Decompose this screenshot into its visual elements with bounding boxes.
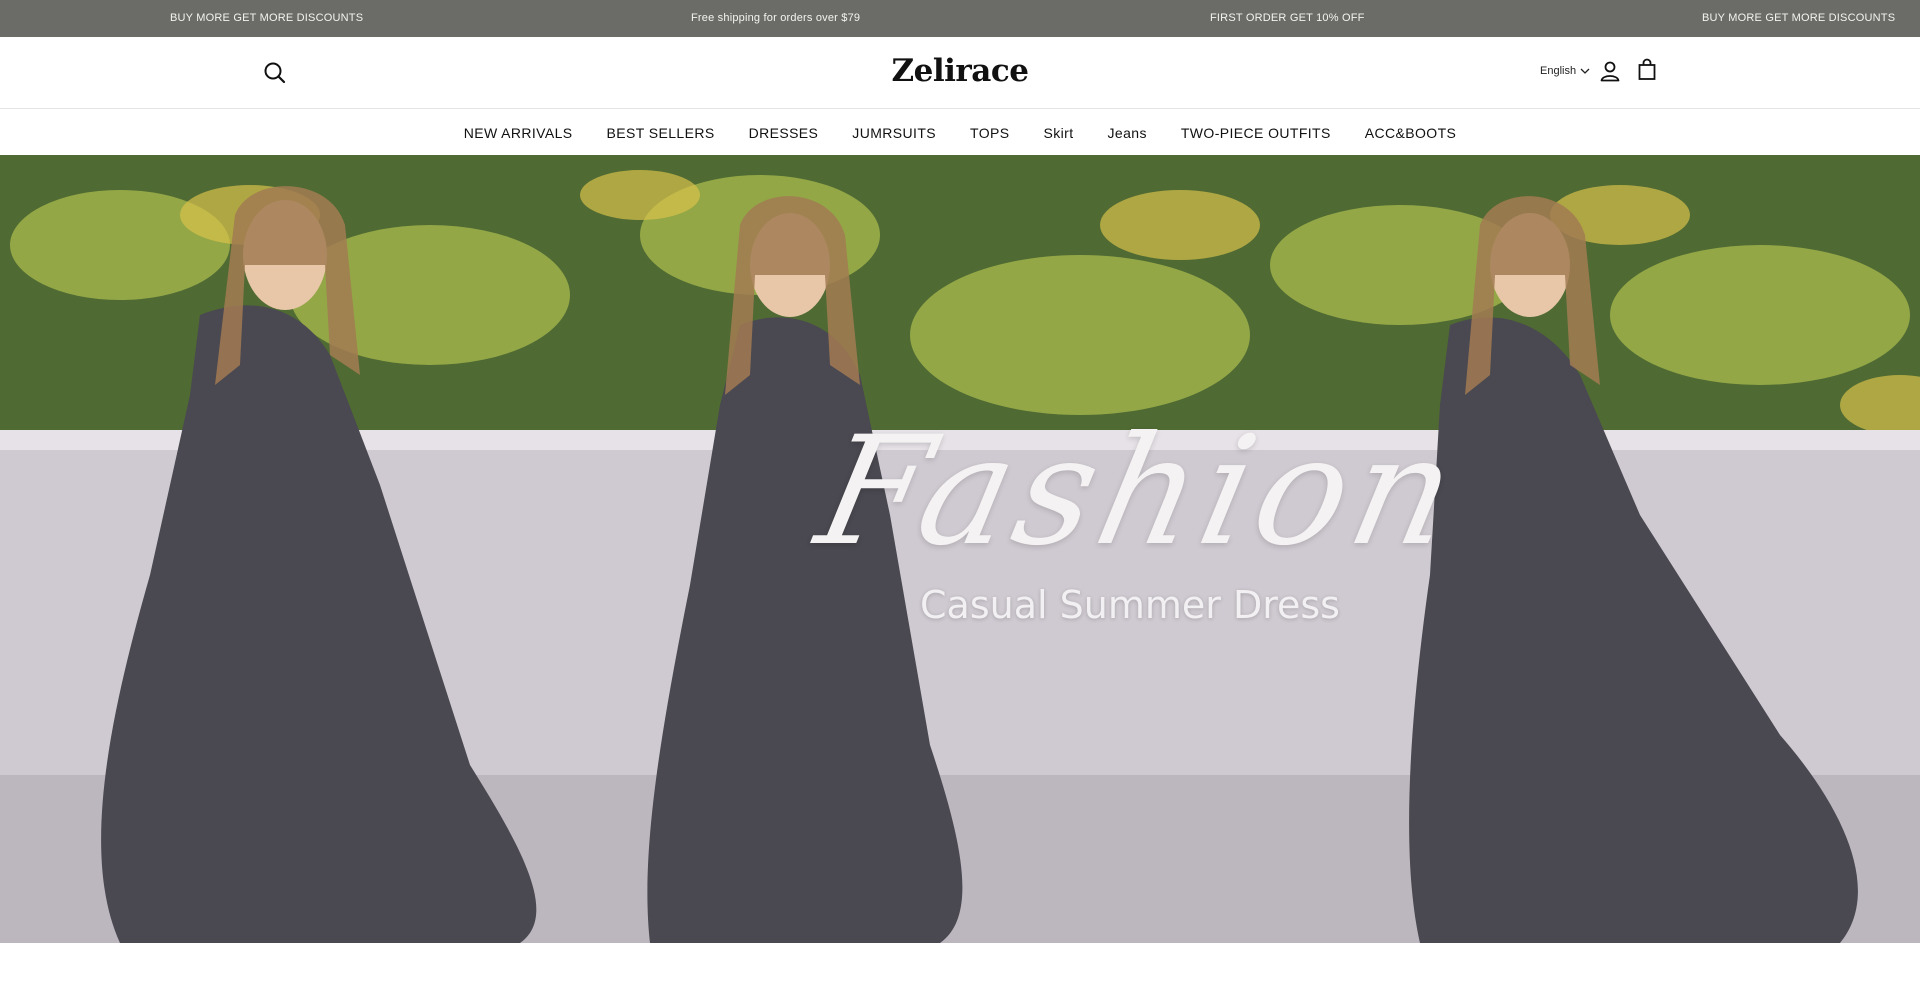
language-selector[interactable]: English xyxy=(1540,65,1590,77)
chevron-down-icon xyxy=(1580,68,1590,74)
nav-item-jumpsuits[interactable]: JUMRSUITS xyxy=(852,125,936,141)
announcement-text[interactable]: BUY MORE GET MORE DISCOUNTS xyxy=(170,12,363,24)
announcement-text[interactable]: BUY MORE GET MORE DISCOUNTS xyxy=(1702,12,1895,24)
announcement-bar: BUY MORE GET MORE DISCOUNTS Free shippin… xyxy=(0,0,1920,37)
user-icon xyxy=(1600,61,1620,82)
nav-item-jeans[interactable]: Jeans xyxy=(1107,125,1146,141)
nav-item-acc-boots[interactable]: ACC&BOOTS xyxy=(1365,125,1457,141)
nav-item-best-sellers[interactable]: BEST SELLERS xyxy=(607,125,715,141)
main-navigation: NEW ARRIVALS BEST SELLERS DRESSES JUMRSU… xyxy=(0,110,1920,155)
nav-item-dresses[interactable]: DRESSES xyxy=(749,125,819,141)
shopping-bag-icon xyxy=(1638,58,1656,80)
nav-item-two-piece-outfits[interactable]: TWO-PIECE OUTFITS xyxy=(1181,125,1331,141)
announcement-text[interactable]: Free shipping for orders over $79 xyxy=(691,12,860,24)
account-button[interactable] xyxy=(1598,59,1622,83)
nav-item-tops[interactable]: TOPS xyxy=(970,125,1009,141)
site-header: Zelirace English xyxy=(0,37,1920,109)
nav-item-skirt[interactable]: Skirt xyxy=(1043,125,1073,141)
logo-text: Zelirace xyxy=(891,53,1029,89)
nav-item-new-arrivals[interactable]: NEW ARRIVALS xyxy=(464,125,573,141)
announcement-text[interactable]: FIRST ORDER GET 10% OFF xyxy=(1210,12,1365,24)
cart-button[interactable] xyxy=(1635,58,1659,82)
site-logo[interactable]: Zelirace xyxy=(0,53,1920,89)
hero-banner[interactable]: Fashion Casual Summer Dress xyxy=(0,155,1920,943)
hero-subtitle: Casual Summer Dress xyxy=(920,583,1340,627)
language-label: English xyxy=(1540,65,1577,77)
hero-title: Fashion xyxy=(804,405,1476,579)
